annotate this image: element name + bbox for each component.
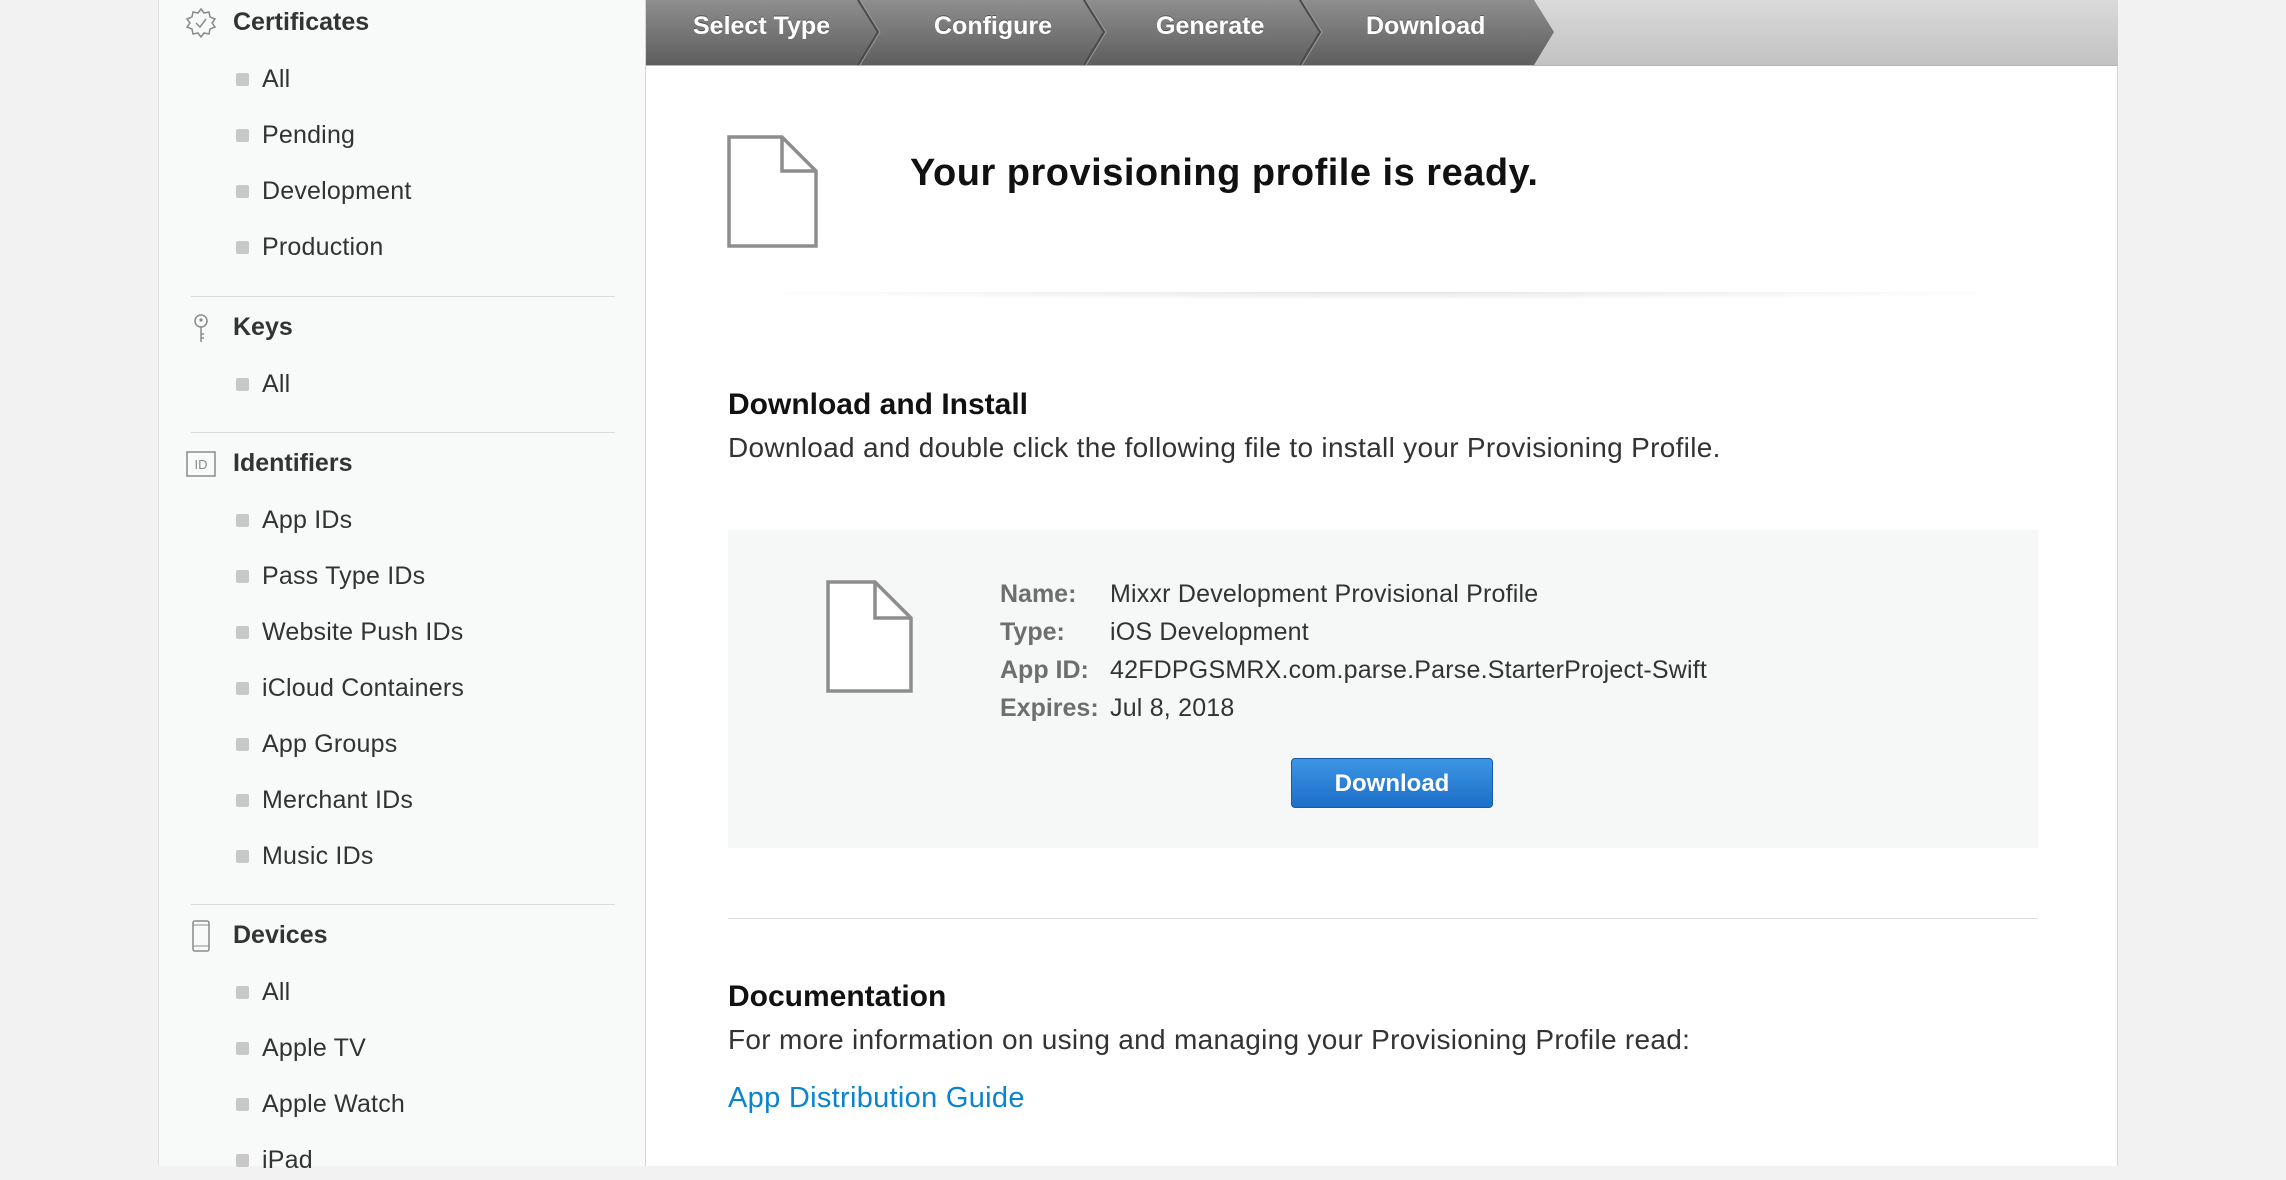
profile-expires-row: Expires: Jul 8, 2018 (1000, 694, 1900, 730)
sidebar-item-apple-tv[interactable]: Apple TV (159, 1028, 647, 1068)
profile-type-value: iOS Development (1110, 618, 1309, 646)
bullet-icon (236, 1042, 249, 1055)
install-heading: Download and Install (728, 388, 1029, 421)
sidebar-divider (191, 904, 615, 905)
profile-file-icon (825, 580, 917, 699)
profile-appid-label: App ID: (1000, 656, 1089, 684)
sidebar-item-keys-all[interactable]: All (159, 364, 647, 404)
sidebar-divider (191, 432, 615, 433)
step-select-type: Select Type (693, 12, 831, 40)
sidebar-section-label: Keys (233, 313, 293, 341)
step-configure: Configure (934, 12, 1053, 40)
sidebar-item-certificates-production[interactable]: Production (159, 227, 647, 267)
sidebar-item-label: All (262, 370, 291, 398)
documentation-description: For more information on using and managi… (728, 1024, 1691, 1055)
section-divider (728, 918, 2038, 919)
sidebar-item-merchant-ids[interactable]: Merchant IDs (159, 780, 647, 820)
sidebar-section-keys[interactable]: Keys (159, 308, 647, 348)
sidebar-item-music-ids[interactable]: Music IDs (159, 836, 647, 876)
certificate-seal-icon (185, 7, 217, 39)
page-title: Your provisioning profile is ready. (910, 152, 1539, 194)
sidebar-item-label: Development (262, 177, 412, 205)
profile-name-label: Name: (1000, 580, 1077, 608)
sidebar-item-icloud-containers[interactable]: iCloud Containers (159, 668, 647, 708)
sidebar-item-label: App IDs (262, 506, 353, 534)
sidebar-item-label: iPad (262, 1146, 313, 1174)
bullet-icon (236, 626, 249, 639)
profile-type-row: Type: iOS Development (1000, 618, 1900, 654)
sidebar-item-label: All (262, 978, 291, 1006)
bullet-icon (236, 73, 249, 86)
download-button[interactable]: Download (1291, 758, 1493, 808)
bullet-icon (236, 1098, 249, 1111)
sidebar-item-label: All (262, 65, 291, 93)
step-progress-bar: Select Type Configure Generate Download (646, 0, 2118, 66)
sidebar-item-label: iCloud Containers (262, 674, 465, 702)
bullet-icon (236, 570, 249, 583)
sidebar-item-label: Production (262, 233, 384, 261)
sidebar-section-devices[interactable]: Devices (159, 916, 647, 956)
bullet-icon (236, 241, 249, 254)
id-badge-icon: ID (185, 448, 217, 480)
profile-appid-value: 42FDPGSMRX.com.parse.Parse.StarterProjec… (1110, 656, 1708, 684)
bullet-icon (236, 1154, 249, 1167)
bullet-icon (236, 850, 249, 863)
sidebar-item-label: Apple TV (262, 1034, 366, 1062)
profile-name-row: Name: Mixxr Development Provisional Prof… (1000, 580, 1900, 616)
svg-text:ID: ID (195, 457, 208, 472)
sidebar-section-label: Certificates (233, 8, 370, 36)
sidebar-item-app-groups[interactable]: App Groups (159, 724, 647, 764)
profile-details-card: Name: Mixxr Development Provisional Prof… (728, 530, 2038, 848)
sidebar: Certificates All Pending Development Pro… (158, 0, 647, 1174)
sidebar-item-pass-type-ids[interactable]: Pass Type IDs (159, 556, 647, 596)
sidebar-item-certificates-development[interactable]: Development (159, 171, 647, 211)
profile-appid-row: App ID: 42FDPGSMRX.com.parse.Parse.Start… (1000, 656, 1900, 692)
step-generate: Generate (1156, 12, 1265, 40)
sidebar-section-label: Devices (233, 921, 328, 949)
bullet-icon (236, 378, 249, 391)
main-panel: Select Type Configure Generate Download … (646, 0, 2118, 1166)
sidebar-item-label: App Groups (262, 730, 398, 758)
sidebar-item-apple-watch[interactable]: Apple Watch (159, 1084, 647, 1124)
sidebar-item-certificates-pending[interactable]: Pending (159, 115, 647, 155)
sidebar-item-certificates-all[interactable]: All (159, 59, 647, 99)
step-download: Download (1366, 12, 1486, 40)
sidebar-item-ipad[interactable]: iPad (159, 1140, 647, 1180)
profile-name-value: Mixxr Development Provisional Profile (1110, 580, 1539, 608)
bullet-icon (236, 986, 249, 999)
sidebar-item-devices-all[interactable]: All (159, 972, 647, 1012)
sidebar-item-label: Music IDs (262, 842, 374, 870)
install-description: Download and double click the following … (728, 432, 1721, 463)
profile-expires-label: Expires: (1000, 694, 1099, 722)
profile-type-label: Type: (1000, 618, 1065, 646)
sidebar-item-label: Pass Type IDs (262, 562, 426, 590)
bullet-icon (236, 129, 249, 142)
bullet-icon (236, 738, 249, 751)
sidebar-section-label: Identifiers (233, 449, 353, 477)
document-icon (726, 135, 826, 254)
bullet-icon (236, 514, 249, 527)
sidebar-item-label: Website Push IDs (262, 618, 464, 646)
section-shadow-divider (726, 292, 2040, 300)
bullet-icon (236, 185, 249, 198)
sidebar-divider (191, 296, 615, 297)
bullet-icon (236, 682, 249, 695)
documentation-heading: Documentation (728, 980, 947, 1013)
key-icon (185, 312, 217, 344)
app-distribution-guide-link[interactable]: App Distribution Guide (728, 1082, 1025, 1115)
profile-expires-value: Jul 8, 2018 (1110, 694, 1235, 722)
sidebar-item-label: Merchant IDs (262, 786, 414, 814)
sidebar-section-certificates[interactable]: Certificates (159, 3, 647, 43)
sidebar-item-website-push-ids[interactable]: Website Push IDs (159, 612, 647, 652)
phone-icon (185, 920, 217, 952)
bullet-icon (236, 794, 249, 807)
sidebar-section-identifiers[interactable]: ID Identifiers (159, 444, 647, 484)
sidebar-item-app-ids[interactable]: App IDs (159, 500, 647, 540)
sidebar-item-label: Pending (262, 121, 356, 149)
sidebar-item-label: Apple Watch (262, 1090, 406, 1118)
